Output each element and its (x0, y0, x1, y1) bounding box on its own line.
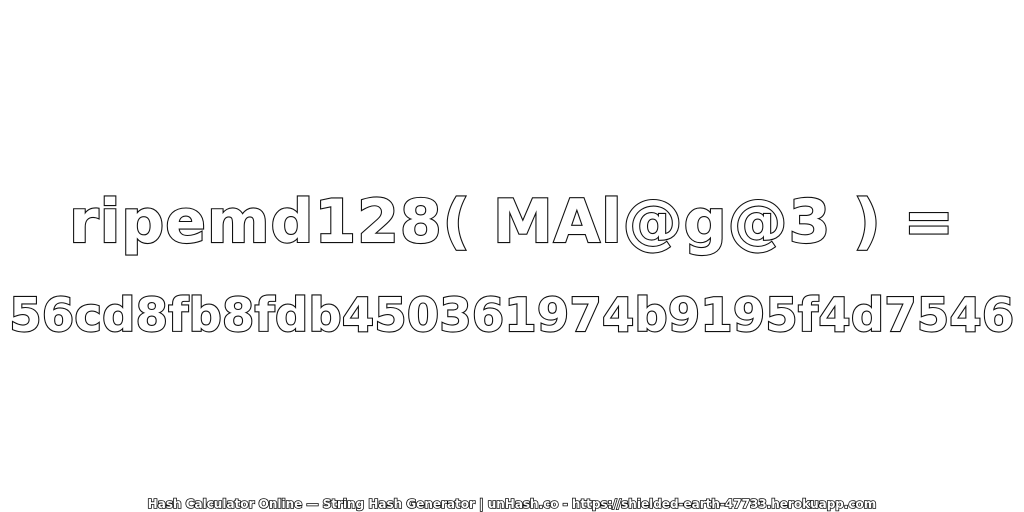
hash-result-canvas: ripemd128( MAl@g@3 ) = 56cd8fb8fdb450361… (0, 0, 1024, 512)
hash-expression-heading: ripemd128( MAl@g@3 ) = (68, 187, 955, 257)
footer-credit-text: Hash Calculator Online — String Hash Gen… (147, 497, 877, 511)
hash-value-text: 56cd8fb8fdb450361974b9195f4d7546 (8, 288, 1015, 342)
